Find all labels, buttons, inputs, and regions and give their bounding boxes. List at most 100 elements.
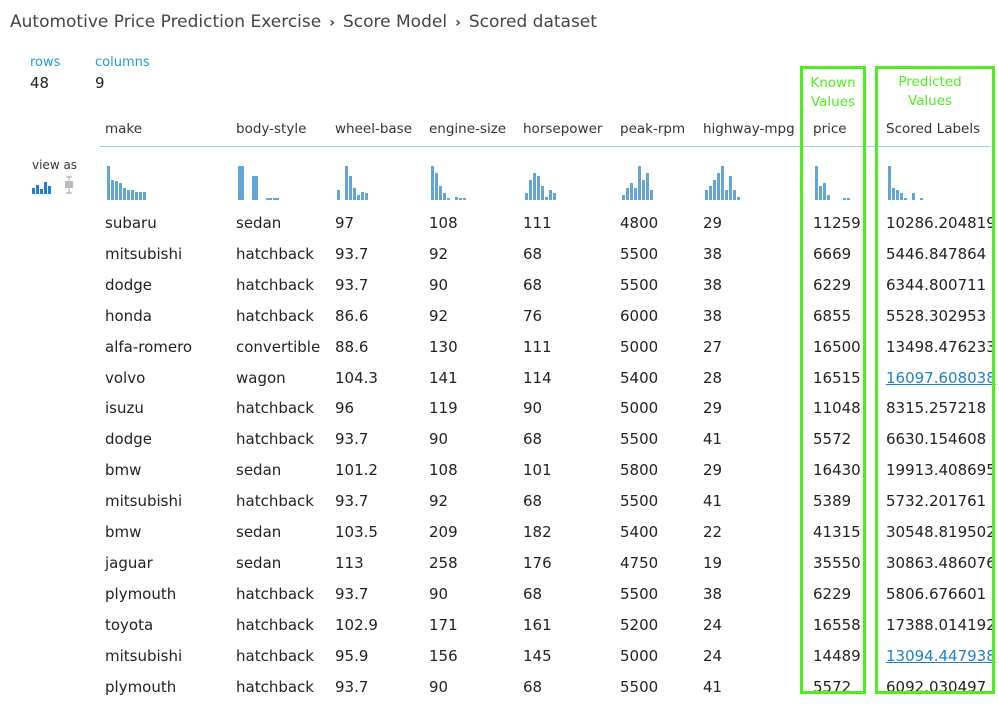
table-cell-make: subaru — [105, 214, 157, 232]
table-cell-wheel-base: 93.7 — [335, 244, 369, 263]
table-cell-make: mitsubishi — [105, 244, 183, 263]
histogram-bar — [545, 196, 548, 200]
columns-value: 9 — [95, 74, 105, 92]
histogram-bar — [729, 176, 732, 200]
table-row[interactable]: bmw sedan 103.5 209 182 5400 22 41315 30548.8195… — [0, 523, 999, 553]
histogram-icon[interactable] — [32, 179, 54, 198]
table-cell-highway-mpg: 41 — [703, 492, 723, 511]
table-row[interactable]: jaguar sedan 113 258 176 4750 19 35550 30863.486… — [0, 554, 999, 584]
predicted-values-label: Predicted Values — [878, 73, 982, 111]
table-cell-peak-rpm: 6000 — [620, 306, 659, 325]
table-row[interactable]: mitsubishi hatchback 93.7 92 68 5500 41 5389 573… — [0, 492, 999, 522]
column-header-price[interactable]: price — [813, 121, 847, 137]
known-label-line2: Values — [810, 94, 856, 110]
histogram-bar — [549, 189, 552, 200]
table-cell-scored-labels: 10286.204819 — [886, 214, 996, 232]
histogram-bar — [463, 198, 466, 200]
table-cell-price: 16430 — [813, 461, 861, 480]
columns-label: columns — [95, 55, 150, 70]
histogram-bar — [135, 191, 138, 200]
rows-label: rows — [30, 55, 61, 70]
table-cell-scored-labels: 5806.676601 — [886, 584, 987, 603]
table-cell-horsepower: 111 — [523, 214, 552, 232]
table-row[interactable]: plymouth hatchback 93.7 90 68 5500 38 6229 5806.… — [0, 585, 999, 615]
histogram-bar — [361, 191, 364, 200]
table-cell-scored-labels: 5732.201761 — [886, 492, 987, 511]
column-header-wheel-base[interactable]: wheel-base — [335, 121, 412, 137]
table-cell-peak-rpm: 5500 — [620, 584, 659, 603]
column-histogram[interactable] — [525, 162, 556, 200]
boxplot-icon[interactable] — [64, 176, 74, 198]
table-row[interactable]: dodge hatchback 93.7 90 68 5500 41 5572 6630.154… — [0, 430, 999, 460]
column-header-body-style[interactable]: body-style — [236, 121, 306, 137]
table-cell-engine-size: 108 — [429, 461, 458, 480]
table-row[interactable]: alfa-romero convertible 88.6 130 111 5000 27 16… — [0, 338, 999, 368]
histogram-bar — [443, 193, 446, 200]
histogram-bar — [459, 198, 462, 200]
column-histogram[interactable] — [705, 162, 740, 200]
breadcrumb-item[interactable]: Automotive Price Prediction Exercise — [10, 12, 321, 32]
breadcrumb-item[interactable]: Scored dataset — [469, 12, 597, 32]
table-cell-scored-labels: 13498.476233 — [886, 337, 996, 356]
histogram-bar — [455, 196, 458, 200]
column-histogram[interactable] — [337, 162, 368, 200]
table-cell-make: volvo — [105, 368, 146, 387]
histogram-bar — [123, 188, 126, 200]
column-histogram[interactable] — [238, 162, 279, 200]
table-cell-highway-mpg: 41 — [703, 430, 723, 449]
table-cell-wheel-base: 86.6 — [335, 306, 369, 325]
column-header-scored-labels[interactable]: Scored Labels — [886, 121, 980, 137]
table-cell-highway-mpg: 38 — [703, 275, 723, 294]
column-header-peak-rpm[interactable]: peak-rpm — [620, 121, 685, 137]
table-cell-scored-labels[interactable]: 13094.447938 — [886, 647, 996, 665]
column-histogram[interactable] — [431, 162, 466, 200]
table-cell-make: mitsubishi — [105, 492, 183, 511]
table-cell-horsepower: 182 — [523, 523, 552, 541]
table-cell-wheel-base: 113 — [335, 553, 364, 572]
histogram-bar — [920, 198, 923, 200]
table-cell-horsepower: 111 — [523, 337, 552, 356]
table-cell-horsepower: 68 — [523, 244, 543, 263]
column-header-horsepower[interactable]: horsepower — [523, 121, 602, 137]
table-cell-price: 6855 — [813, 306, 852, 325]
table-row[interactable]: volvo wagon 104.3 141 114 5400 28 16515 16097.60… — [0, 369, 999, 399]
table-row[interactable]: isuzu hatchback 96 119 90 5000 29 11048 8315.257… — [0, 399, 999, 429]
table-row[interactable]: mitsubishi hatchback 95.9 156 145 5000 24 14489… — [0, 647, 999, 677]
table-cell-engine-size: 119 — [429, 399, 458, 418]
table-cell-highway-mpg: 24 — [703, 646, 723, 665]
table-cell-make: isuzu — [105, 399, 144, 418]
table-cell-peak-rpm: 4800 — [620, 214, 659, 232]
table-row[interactable]: dodge hatchback 93.7 90 68 5500 38 6229 6344.800… — [0, 276, 999, 306]
table-row[interactable]: mitsubishi hatchback 93.7 92 68 5500 38 6669 544… — [0, 245, 999, 275]
table-cell-wheel-base: 104.3 — [335, 368, 378, 387]
table-cell-peak-rpm: 4750 — [620, 553, 659, 572]
column-header-make[interactable]: make — [105, 121, 142, 137]
breadcrumb-item[interactable]: Score Model — [343, 12, 447, 32]
table-cell-make: honda — [105, 306, 152, 325]
table-cell-horsepower: 101 — [523, 461, 552, 480]
table-row[interactable]: plymouth hatchback 93.7 90 68 5500 41 5572 6092.… — [0, 678, 999, 708]
table-cell-make: dodge — [105, 275, 152, 294]
column-histogram[interactable] — [107, 162, 146, 200]
histogram-bar — [273, 198, 279, 200]
column-header-engine-size[interactable]: engine-size — [429, 121, 506, 137]
table-cell-peak-rpm: 5500 — [620, 492, 659, 511]
column-header-highway-mpg[interactable]: highway-mpg — [703, 121, 795, 137]
table-row[interactable]: bmw sedan 101.2 108 101 5800 29 16430 19913.4086… — [0, 461, 999, 491]
table-cell-price: 6669 — [813, 244, 852, 263]
table-row[interactable]: honda hatchback 86.6 92 76 6000 38 6855 5528.302… — [0, 307, 999, 337]
table-cell-horsepower: 90 — [523, 399, 543, 418]
table-cell-make: plymouth — [105, 677, 177, 696]
histogram-bar — [435, 172, 438, 200]
table-cell-body-style: hatchback — [236, 677, 314, 696]
table-row[interactable]: subaru sedan 97 108 111 4800 29 11259 10286.2048… — [0, 214, 999, 244]
table-cell-highway-mpg: 29 — [703, 399, 723, 418]
table-row[interactable]: toyota hatchback 102.9 171 161 5200 24 16558 173… — [0, 616, 999, 646]
histogram-bar — [705, 189, 708, 200]
column-histogram[interactable] — [888, 162, 923, 200]
table-cell-wheel-base: 97 — [335, 214, 355, 232]
table-cell-scored-labels[interactable]: 16097.608038 — [886, 369, 996, 387]
column-histogram[interactable] — [815, 162, 850, 200]
column-histogram[interactable] — [622, 162, 653, 200]
histogram-bar — [638, 166, 641, 200]
